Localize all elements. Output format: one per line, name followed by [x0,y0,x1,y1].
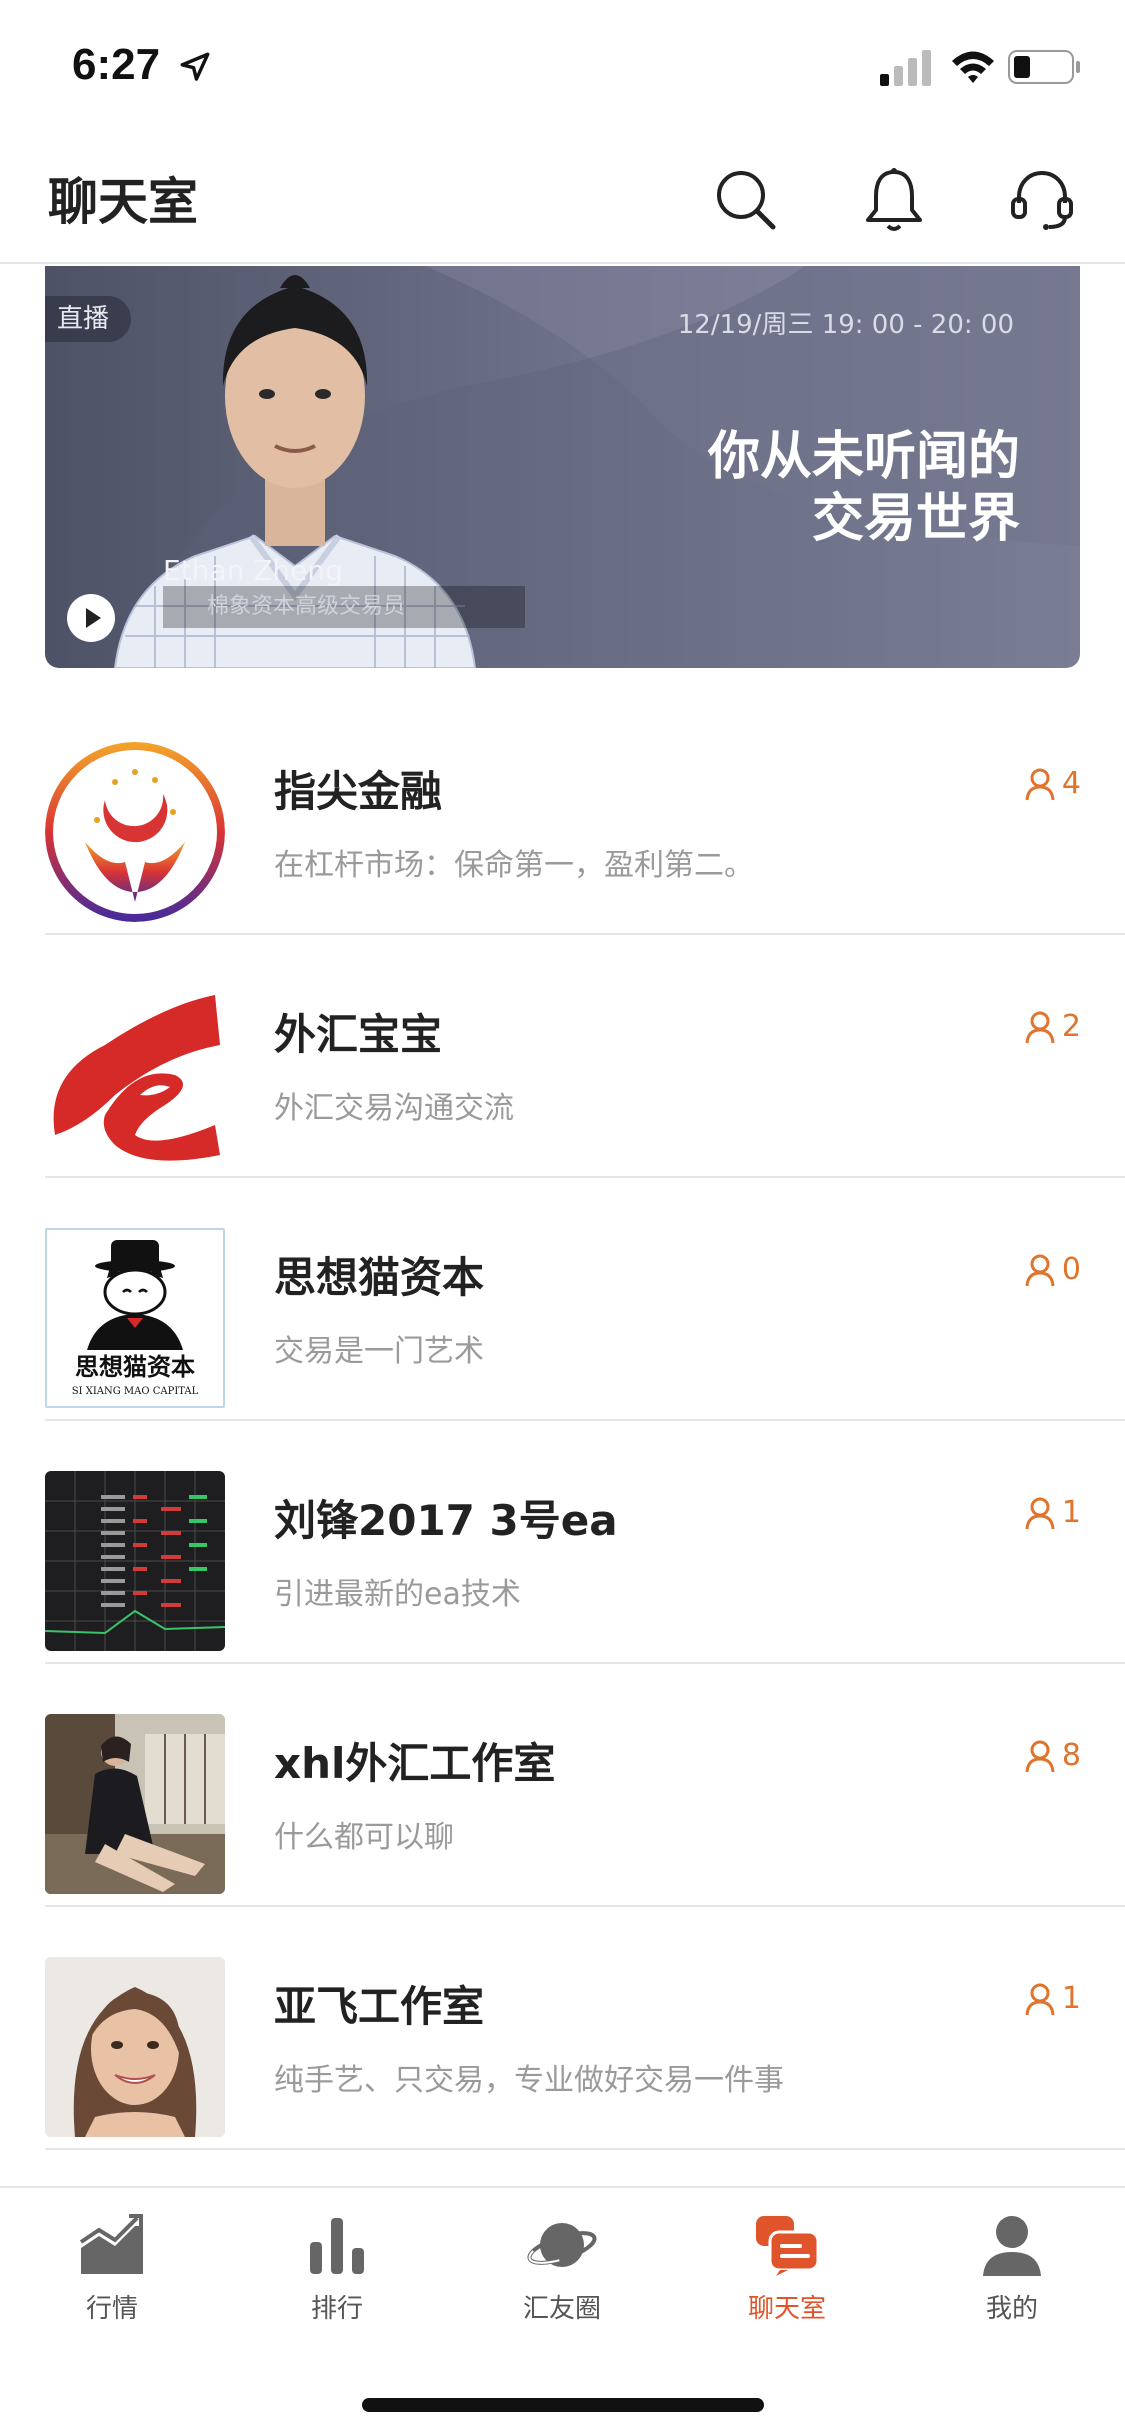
tab-label: 汇友圈 [522,2294,601,2324]
room-avatar [45,1471,225,1651]
person-icon [1025,1011,1055,1043]
presenter-name: Ethan Zheng [163,554,343,587]
member-count-value: 0 [1061,1252,1081,1287]
home-indicator[interactable] [362,2398,764,2412]
tab-chatroom[interactable]: 聊天室 [712,2212,862,2332]
play-icon [69,596,113,640]
tab-market[interactable]: 行情 [37,2212,187,2332]
person-icon [1025,768,1055,800]
ranking-bars-icon [310,2218,364,2274]
person-icon [1025,1740,1055,1772]
live-banner[interactable]: 直播 12/19/周三 19: 00 - 20: 00 你从未听闻的 交易世界 … [45,266,1080,668]
list-item[interactable]: xhl外汇工作室 什么都可以聊 8 [0,1664,1125,1907]
room-description: 在杠杆市场：保命第一，盈利第二。 [274,848,754,883]
customer-service-button[interactable] [1004,162,1080,238]
tab-community[interactable]: 汇友圈 [487,2212,637,2332]
member-count: 0 [1024,1252,1081,1287]
play-button[interactable] [67,594,115,642]
room-name: 亚飞工作室 [274,1982,485,2031]
tab-label: 我的 [985,2294,1038,2324]
tab-label: 排行 [310,2294,363,2324]
member-count-value: 4 [1061,766,1081,801]
headline-line-1: 你从未听闻的 [707,427,1020,487]
cellular-signal-icon [880,50,931,86]
room-name: 外汇宝宝 [274,1010,443,1059]
status-time: 6:27 [72,40,161,89]
room-avatar [45,1957,225,2137]
search-button[interactable] [708,162,784,238]
banner-headline: 你从未听闻的 交易世界 [708,426,1020,550]
member-count: 2 [1024,1009,1081,1044]
member-count: 8 [1024,1738,1081,1773]
wifi-icon [952,51,994,83]
member-count-value: 2 [1061,1009,1081,1044]
search-icon [717,171,776,230]
status-bar: 6:27 [0,0,1125,132]
tab-profile[interactable]: 我的 [937,2212,1087,2332]
bell-icon [866,168,922,231]
room-avatar [45,985,225,1165]
chatroom-list: 指尖金融 在杠杆市场：保命第一，盈利第二。 4 外汇宝宝 外汇交易沟通交流 2 [0,692,1125,2150]
room-description: 什么都可以聊 [274,1820,454,1855]
nav-bar: 聊天室 [0,132,1125,264]
tab-label: 行情 [85,2294,138,2324]
room-description: 引进最新的ea技术 [274,1577,521,1612]
list-item[interactable]: 思想猫资本 SI XIANG MAO CAPITAL 思想猫资本 交易是一门艺术… [0,1178,1125,1421]
presenter-title: 棉象资本高级交易员 [163,586,525,628]
chat-icon [756,2216,820,2276]
person-icon [1025,1254,1055,1286]
customer-service-icon [1011,170,1073,230]
list-item[interactable]: 亚飞工作室 纯手艺、只交易，专业做好交易一件事 1 [0,1907,1125,2150]
room-name: 思想猫资本 [274,1253,485,1302]
planet-icon [527,2223,597,2267]
notifications-button[interactable] [856,162,932,238]
list-item[interactable]: 刘锋2017 3号ea 引进最新的ea技术 1 [0,1421,1125,1664]
market-chart-icon [79,2214,143,2274]
list-item[interactable]: 外汇宝宝 外汇交易沟通交流 2 [0,935,1125,1178]
person-icon [1025,1983,1055,2015]
page-title: 聊天室 [48,173,198,231]
room-description: 外汇交易沟通交流 [274,1091,514,1126]
room-description: 纯手艺、只交易，专业做好交易一件事 [274,2063,784,2098]
person-icon [1025,1497,1055,1529]
member-count-value: 8 [1061,1738,1081,1773]
member-count: 1 [1024,1495,1081,1530]
tab-label: 聊天室 [747,2294,826,2324]
location-arrow-icon [180,52,210,81]
live-badge: 直播 [45,296,132,342]
room-avatar [45,1714,225,1894]
member-count-value: 1 [1061,1495,1081,1530]
profile-icon [983,2216,1041,2276]
list-item[interactable]: 指尖金融 在杠杆市场：保命第一，盈利第二。 4 [0,692,1125,935]
tab-ranking[interactable]: 排行 [262,2212,412,2332]
member-count: 1 [1024,1981,1081,2016]
live-schedule: 12/19/周三 19: 00 - 20: 00 [677,310,1014,340]
room-avatar [45,742,225,922]
room-name: 指尖金融 [274,767,443,816]
member-count-value: 1 [1061,1981,1081,2016]
battery-icon [1008,50,1080,84]
room-name: xhl外汇工作室 [274,1739,556,1788]
avatar-subtext: SI XIANG MAO CAPITAL [72,1386,199,1397]
headline-line-2: 交易世界 [811,489,1020,549]
member-count: 4 [1024,766,1081,801]
room-name: 刘锋2017 3号ea [274,1496,618,1545]
room-avatar: 思想猫资本 SI XIANG MAO CAPITAL [45,1228,225,1408]
bottom-tab-bar: 行情 排行 汇友圈 聊天室 我的 [0,2186,1125,2436]
room-description: 交易是一门艺术 [274,1334,484,1369]
avatar-text: 思想猫资本 [75,1353,195,1381]
